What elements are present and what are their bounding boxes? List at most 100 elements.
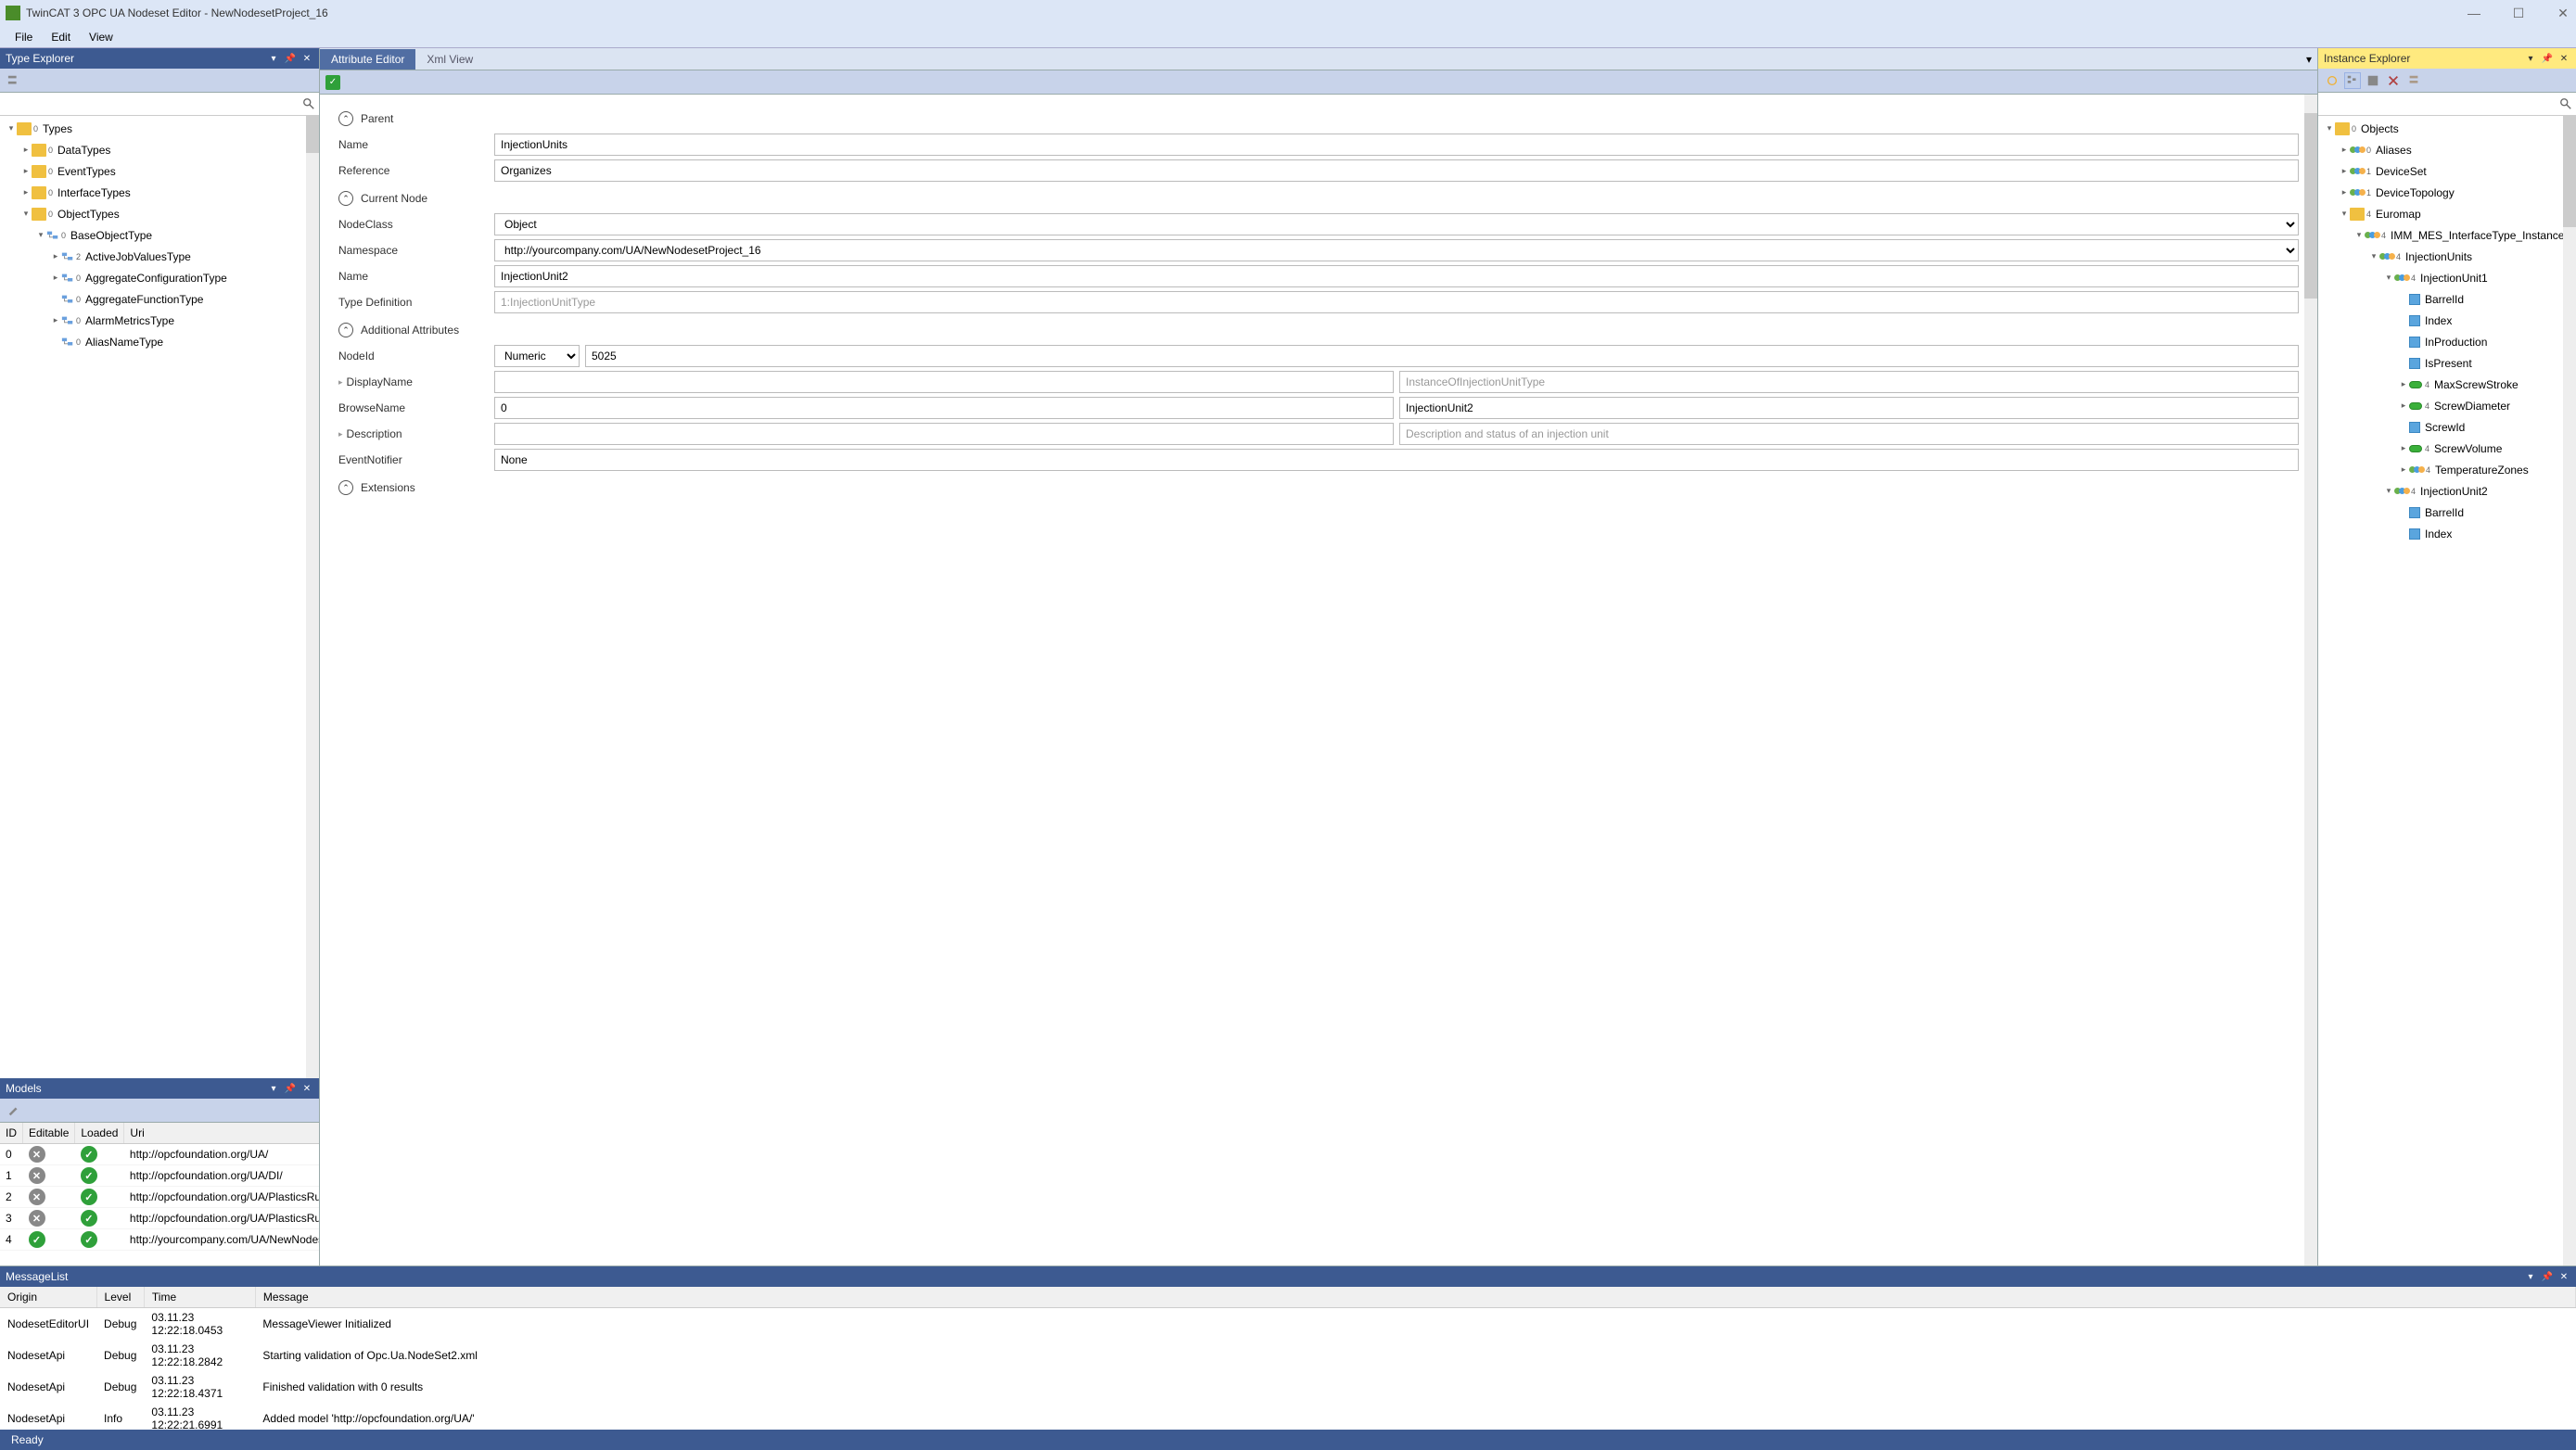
chevron-up-icon[interactable]: ⌃ bbox=[338, 480, 353, 495]
tree-row[interactable]: BarrelId bbox=[2318, 288, 2576, 310]
models-row[interactable]: 1✕✓http://opcfoundation.org/UA/DI/ bbox=[0, 1165, 319, 1187]
tree-row[interactable]: ▸4ScrewDiameter bbox=[2318, 395, 2576, 416]
attribute-scrollbar[interactable] bbox=[2304, 95, 2317, 1266]
tree-row[interactable]: ▸1DeviceSet bbox=[2318, 160, 2576, 182]
search-icon[interactable] bbox=[299, 94, 319, 114]
models-row[interactable]: 4✓✓http://yourcompany.com/UA/NewNodese… bbox=[0, 1229, 319, 1251]
nodeid-type-select[interactable]: Numeric bbox=[494, 345, 580, 367]
tree-expander[interactable]: ▾ bbox=[2383, 273, 2394, 283]
attribute-body[interactable]: ⌃ Parent Name Reference ⌃ Current Node N… bbox=[320, 95, 2317, 1266]
tree-row[interactable]: ▸0DataTypes bbox=[0, 139, 319, 160]
tree-row[interactable]: ▸0AggregateConfigurationType bbox=[0, 267, 319, 288]
instance-save-icon[interactable] bbox=[2365, 72, 2381, 89]
tree-expander[interactable]: ▾ bbox=[2383, 486, 2394, 496]
tree-expander[interactable]: ▸ bbox=[20, 145, 32, 155]
tree-expander[interactable]: ▸ bbox=[2398, 379, 2409, 389]
typedef-input[interactable] bbox=[494, 291, 2299, 313]
tree-expander[interactable]: ▸ bbox=[2339, 187, 2350, 197]
tree-row[interactable]: ▾0Objects bbox=[2318, 118, 2576, 139]
section-extensions[interactable]: ⌃ Extensions bbox=[338, 480, 2299, 495]
tree-expander[interactable]: ▾ bbox=[20, 209, 32, 219]
eventnotifier-input[interactable] bbox=[494, 449, 2299, 471]
models-close-icon[interactable]: ✕ bbox=[300, 1082, 313, 1095]
tree-row[interactable]: 0AggregateFunctionType bbox=[0, 288, 319, 310]
message-close-icon[interactable]: ✕ bbox=[2557, 1270, 2570, 1283]
models-col-id[interactable]: ID bbox=[0, 1123, 23, 1144]
tree-row[interactable]: ▸0InterfaceTypes bbox=[0, 182, 319, 203]
instance-explorer-tree[interactable]: ▾0Objects▸0Aliases▸1DeviceSet▸1DeviceTop… bbox=[2318, 116, 2576, 1266]
message-row[interactable]: NodesetEditorUIDebug03.11.23 12:22:18.04… bbox=[0, 1308, 2576, 1341]
description-input[interactable] bbox=[1399, 423, 2299, 445]
maximize-button[interactable]: ☐ bbox=[2509, 4, 2528, 22]
menu-edit[interactable]: Edit bbox=[42, 29, 80, 45]
tree-row[interactable]: ▾0Types bbox=[0, 118, 319, 139]
models-row[interactable]: 0✕✓http://opcfoundation.org/UA/ bbox=[0, 1144, 319, 1165]
models-edit-icon[interactable] bbox=[6, 1102, 22, 1119]
tree-row[interactable]: ▾4Euromap bbox=[2318, 203, 2576, 224]
tree-expander[interactable]: ▸ bbox=[50, 251, 61, 261]
models-table[interactable]: ID Editable Loaded Uri 0✕✓http://opcfoun… bbox=[0, 1123, 319, 1266]
tree-expander[interactable]: ▸ bbox=[2398, 401, 2409, 411]
tree-row[interactable]: ▸4TemperatureZones bbox=[2318, 459, 2576, 480]
tree-row[interactable]: ▾4InjectionUnit1 bbox=[2318, 267, 2576, 288]
chevron-up-icon[interactable]: ⌃ bbox=[338, 323, 353, 337]
browsename-input[interactable] bbox=[1399, 397, 2299, 419]
tree-expander[interactable]: ▾ bbox=[35, 230, 46, 240]
tree-row[interactable]: ▸1DeviceTopology bbox=[2318, 182, 2576, 203]
tree-expander[interactable]: ▾ bbox=[2353, 230, 2365, 240]
tree-row[interactable]: ▸4MaxScrewStroke bbox=[2318, 374, 2576, 395]
message-pin-icon[interactable]: 📌 bbox=[2541, 1270, 2554, 1283]
nodeclass-select[interactable]: Object bbox=[494, 213, 2299, 235]
expand-icon[interactable]: ▸ bbox=[338, 429, 343, 439]
type-tree-scrollbar[interactable] bbox=[306, 116, 319, 1078]
tree-row[interactable]: IsPresent bbox=[2318, 352, 2576, 374]
models-col-uri[interactable]: Uri bbox=[124, 1123, 319, 1144]
instance-dropdown-icon[interactable]: ▾ bbox=[2524, 52, 2537, 65]
nodeid-input[interactable] bbox=[585, 345, 2299, 367]
description-lang-input[interactable] bbox=[494, 423, 1394, 445]
tree-row[interactable]: ▾4InjectionUnit2 bbox=[2318, 480, 2576, 502]
tree-row[interactable]: ▾0ObjectTypes bbox=[0, 203, 319, 224]
tree-row[interactable]: 0AliasNameType bbox=[0, 331, 319, 352]
section-current-node[interactable]: ⌃ Current Node bbox=[338, 191, 2299, 206]
msg-col-origin[interactable]: Origin bbox=[0, 1287, 96, 1308]
tree-row[interactable]: ▸0Aliases bbox=[2318, 139, 2576, 160]
msg-col-message[interactable]: Message bbox=[255, 1287, 2575, 1308]
tree-row[interactable]: ▸4ScrewVolume bbox=[2318, 438, 2576, 459]
menu-file[interactable]: File bbox=[6, 29, 42, 45]
attribute-dropdown-icon[interactable]: ▾ bbox=[2301, 49, 2317, 70]
tree-row[interactable]: ▾4IMM_MES_InterfaceType_Instance bbox=[2318, 224, 2576, 246]
parent-reference-input[interactable] bbox=[494, 159, 2299, 182]
models-row[interactable]: 3✕✓http://opcfoundation.org/UA/PlasticsR… bbox=[0, 1208, 319, 1229]
tree-expander[interactable]: ▸ bbox=[50, 273, 61, 283]
models-row[interactable]: 2✕✓http://opcfoundation.org/UA/PlasticsR… bbox=[0, 1187, 319, 1208]
displayname-lang-input[interactable] bbox=[494, 371, 1394, 393]
namespace-select[interactable]: http://yourcompany.com/UA/NewNodesetProj… bbox=[494, 239, 2299, 261]
tree-expander[interactable]: ▸ bbox=[20, 187, 32, 197]
section-parent[interactable]: ⌃ Parent bbox=[338, 111, 2299, 126]
message-row[interactable]: NodesetApiInfo03.11.23 12:22:21.6991Adde… bbox=[0, 1403, 2576, 1430]
models-col-editable[interactable]: Editable bbox=[23, 1123, 75, 1144]
type-explorer-close-icon[interactable]: ✕ bbox=[300, 52, 313, 65]
displayname-input[interactable] bbox=[1399, 371, 2299, 393]
type-explorer-search-input[interactable] bbox=[0, 93, 299, 115]
instance-search-input[interactable] bbox=[2318, 93, 2556, 115]
message-row[interactable]: NodesetApiDebug03.11.23 12:22:18.4371Fin… bbox=[0, 1371, 2576, 1403]
instance-tree-icon[interactable] bbox=[2344, 72, 2361, 89]
tree-row[interactable]: ▸0AlarmMetricsType bbox=[0, 310, 319, 331]
tree-row[interactable]: InProduction bbox=[2318, 331, 2576, 352]
tree-expander[interactable]: ▾ bbox=[2368, 251, 2379, 261]
msg-col-time[interactable]: Time bbox=[144, 1287, 255, 1308]
tree-expander[interactable]: ▾ bbox=[2324, 123, 2335, 134]
tab-xml-view[interactable]: Xml View bbox=[415, 49, 484, 70]
tree-expander[interactable]: ▸ bbox=[2398, 464, 2409, 475]
minimize-button[interactable]: — bbox=[2465, 4, 2483, 22]
instance-close-icon[interactable]: ✕ bbox=[2557, 52, 2570, 65]
tree-expander[interactable]: ▸ bbox=[50, 315, 61, 325]
models-col-loaded[interactable]: Loaded bbox=[75, 1123, 124, 1144]
tree-expander[interactable]: ▸ bbox=[20, 166, 32, 176]
tree-row[interactable]: ScrewId bbox=[2318, 416, 2576, 438]
instance-tree-scrollbar[interactable] bbox=[2563, 116, 2576, 1266]
tree-expander[interactable]: ▸ bbox=[2339, 166, 2350, 176]
tree-row[interactable]: ▸0EventTypes bbox=[0, 160, 319, 182]
